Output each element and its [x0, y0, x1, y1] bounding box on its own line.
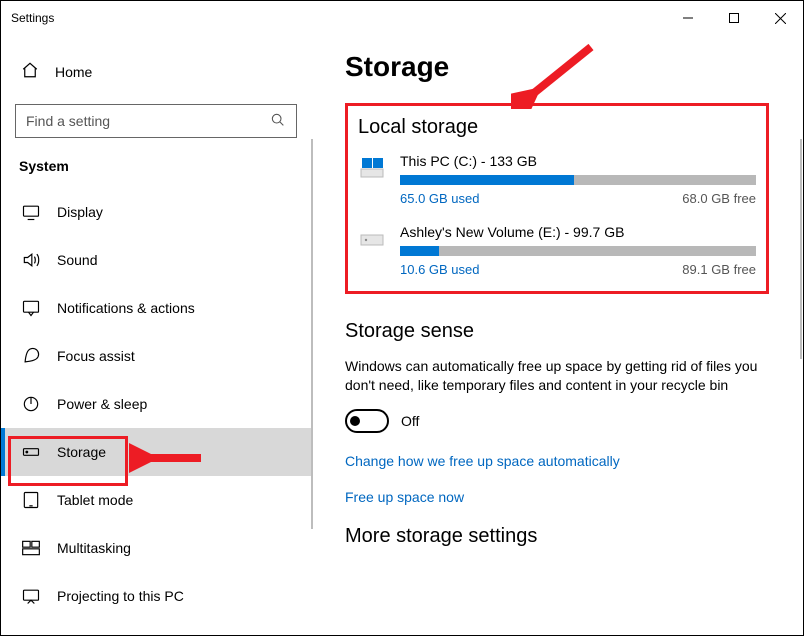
drive-c-name: This PC (C:) - 133 GB: [400, 153, 756, 169]
drive-e-icon: [358, 224, 386, 277]
search-input[interactable]: Find a setting: [15, 104, 297, 138]
nav-notifications[interactable]: Notifications & actions: [1, 284, 311, 332]
power-icon: [21, 394, 41, 414]
nav-power-sleep[interactable]: Power & sleep: [1, 380, 311, 428]
nav-label: Projecting to this PC: [57, 588, 184, 604]
link-change-auto-free[interactable]: Change how we free up space automaticall…: [345, 453, 769, 469]
sound-icon: [21, 250, 41, 270]
scroll-indicator: [311, 139, 313, 529]
storage-icon: [21, 442, 41, 462]
drive-e-free: 89.1 GB free: [682, 262, 756, 277]
minimize-button[interactable]: [665, 1, 711, 35]
nav-projecting[interactable]: Projecting to this PC: [1, 572, 311, 620]
titlebar: Settings: [1, 1, 803, 35]
more-storage-heading: More storage settings: [345, 525, 769, 548]
home-icon: [21, 61, 39, 82]
sidebar-section: System: [1, 158, 311, 188]
nav-multitasking[interactable]: Multitasking: [1, 524, 311, 572]
nav-label: Focus assist: [57, 348, 135, 364]
nav-home-label: Home: [55, 64, 92, 80]
storage-sense-description: Windows can automatically free up space …: [345, 357, 769, 395]
storage-sense-heading: Storage sense: [345, 320, 769, 343]
nav-label: Power & sleep: [57, 396, 147, 412]
tablet-icon: [21, 490, 41, 510]
search-placeholder: Find a setting: [26, 113, 110, 129]
maximize-button[interactable]: [711, 1, 757, 35]
nav-label: Sound: [57, 252, 97, 268]
drive-e-name: Ashley's New Volume (E:) - 99.7 GB: [400, 224, 756, 240]
local-storage-section: Local storage This PC (C:) - 133 GB 65.0…: [345, 103, 769, 294]
nav-label: Storage: [57, 444, 106, 460]
nav-focus-assist[interactable]: Focus assist: [1, 332, 311, 380]
drive-e[interactable]: Ashley's New Volume (E:) - 99.7 GB 10.6 …: [358, 224, 756, 277]
scroll-indicator[interactable]: [800, 139, 802, 359]
multitasking-icon: [21, 538, 41, 558]
nav-storage[interactable]: Storage: [1, 428, 311, 476]
drive-e-used: 10.6 GB used: [400, 262, 480, 277]
nav-label: Display: [57, 204, 103, 220]
nav-label: Notifications & actions: [57, 300, 195, 316]
nav-display[interactable]: Display: [1, 188, 311, 236]
nav-sound[interactable]: Sound: [1, 236, 311, 284]
sidebar: Home Find a setting System Display: [1, 35, 311, 635]
projecting-icon: [21, 586, 41, 606]
drive-c-used: 65.0 GB used: [400, 191, 480, 206]
notifications-icon: [21, 298, 41, 318]
nav-label: Tablet mode: [57, 492, 133, 508]
drive-c[interactable]: This PC (C:) - 133 GB 65.0 GB used 68.0 …: [358, 153, 756, 206]
close-button[interactable]: [757, 1, 803, 35]
page-title: Storage: [345, 51, 769, 83]
drive-c-free: 68.0 GB free: [682, 191, 756, 206]
window-title: Settings: [11, 11, 54, 25]
content-pane: Storage Local storage This PC (C:) - 133…: [311, 35, 803, 635]
nav-home[interactable]: Home: [1, 55, 311, 88]
storage-sense-toggle[interactable]: [345, 409, 389, 433]
display-icon: [21, 202, 41, 222]
drive-c-icon: [358, 153, 386, 206]
storage-sense-toggle-label: Off: [401, 413, 419, 429]
link-free-up-now[interactable]: Free up space now: [345, 489, 769, 505]
local-storage-heading: Local storage: [358, 116, 756, 139]
focus-assist-icon: [21, 346, 41, 366]
nav-tablet-mode[interactable]: Tablet mode: [1, 476, 311, 524]
search-icon: [270, 112, 286, 131]
drive-c-bar: [400, 175, 756, 185]
drive-e-bar: [400, 246, 756, 256]
nav-label: Multitasking: [57, 540, 131, 556]
